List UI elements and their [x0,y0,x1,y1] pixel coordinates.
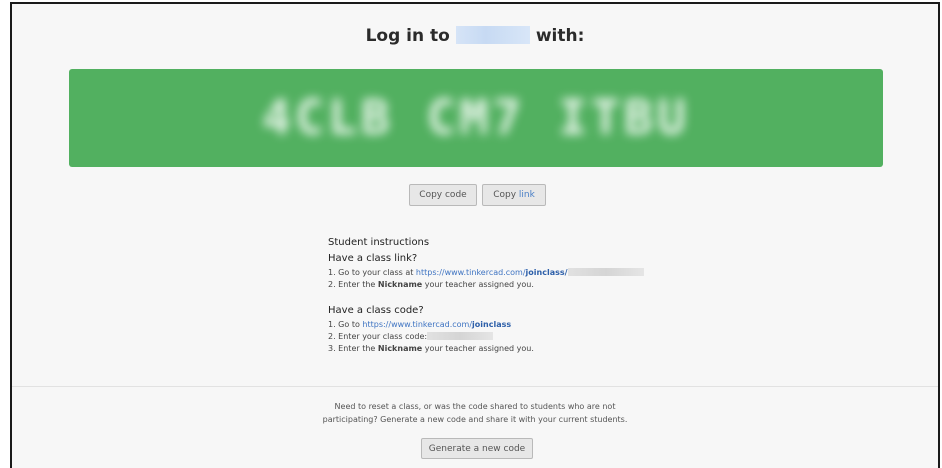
redacted-class-name [455,26,530,44]
class-link-step-1: 1. Go to your class at https://www.tinke… [328,267,644,279]
class-code-step-3: 3. Enter the Nickname your teacher assig… [328,343,644,355]
joinclass-url-path: joinclass [472,320,512,329]
class-code-step-1: 1. Go to https://www.tinkercad.com/joinc… [328,319,644,331]
joinclass-url[interactable]: https://www.tinkercad.com/joinclass [362,320,511,329]
class-link-url-path: joinclass/ [525,268,568,277]
title-prefix: Log in to [365,26,450,46]
copy-code-button[interactable]: Copy code [409,184,477,206]
class-code-box: 4CLB CM7 ITBU [69,69,883,167]
generate-new-code-label: Generate a new code [428,443,526,454]
class-link-step-1-text: 1. Go to your class at [328,268,416,277]
class-link-step-2-suffix: your teacher assigned you. [422,280,534,289]
redacted-class-link-id [567,268,644,276]
reset-info: Need to reset a class, or was the code s… [12,400,938,426]
nickname-label: Nickname [377,280,423,289]
class-code-step-2-text: 2. Enter your class code: [328,332,428,341]
page-title: Log in to with: [12,26,938,46]
reset-info-line-1: Need to reset a class, or was the code s… [334,402,616,411]
login-panel: Log in to with: 4CLB CM7 ITBU Copy code C… [10,2,940,468]
copy-link-button[interactable]: Copy link [482,184,546,206]
copy-code-label: Copy code [419,190,467,200]
nickname-label-2: Nickname [377,344,423,353]
instructions-heading: Student instructions [328,237,430,248]
title-suffix: with: [535,26,585,46]
reset-info-line-2: participating? Generate a new code and s… [322,415,628,424]
class-code-step-3-suffix: your teacher assigned you. [422,344,534,353]
class-code-text: 4CLB CM7 ITBU [262,90,690,146]
class-link-heading: Have a class link? [328,253,418,264]
student-instructions: Student instructions Have a class link? … [328,237,644,355]
class-link-url-base: https://www.tinkercad.com/ [415,268,526,277]
generate-new-code-button[interactable]: Generate a new code [421,438,533,459]
section-divider [12,386,938,387]
joinclass-url-base: https://www.tinkercad.com/ [362,320,473,329]
class-code-step-1-text: 1. Go to [328,320,363,329]
copy-link-label-link: link [518,190,535,200]
class-code-heading: Have a class code? [328,305,424,316]
class-code-step-3-text: 3. Enter the [328,344,378,353]
class-link-step-2-text: 2. Enter the [328,280,378,289]
class-link-url[interactable]: https://www.tinkercad.com/joinclass/ [416,268,568,277]
class-link-step-2: 2. Enter the Nickname your teacher assig… [328,279,644,291]
class-code-step-2: 2. Enter your class code: [328,331,644,343]
redacted-class-code [427,332,494,340]
copy-link-label-prefix: Copy [493,190,519,200]
